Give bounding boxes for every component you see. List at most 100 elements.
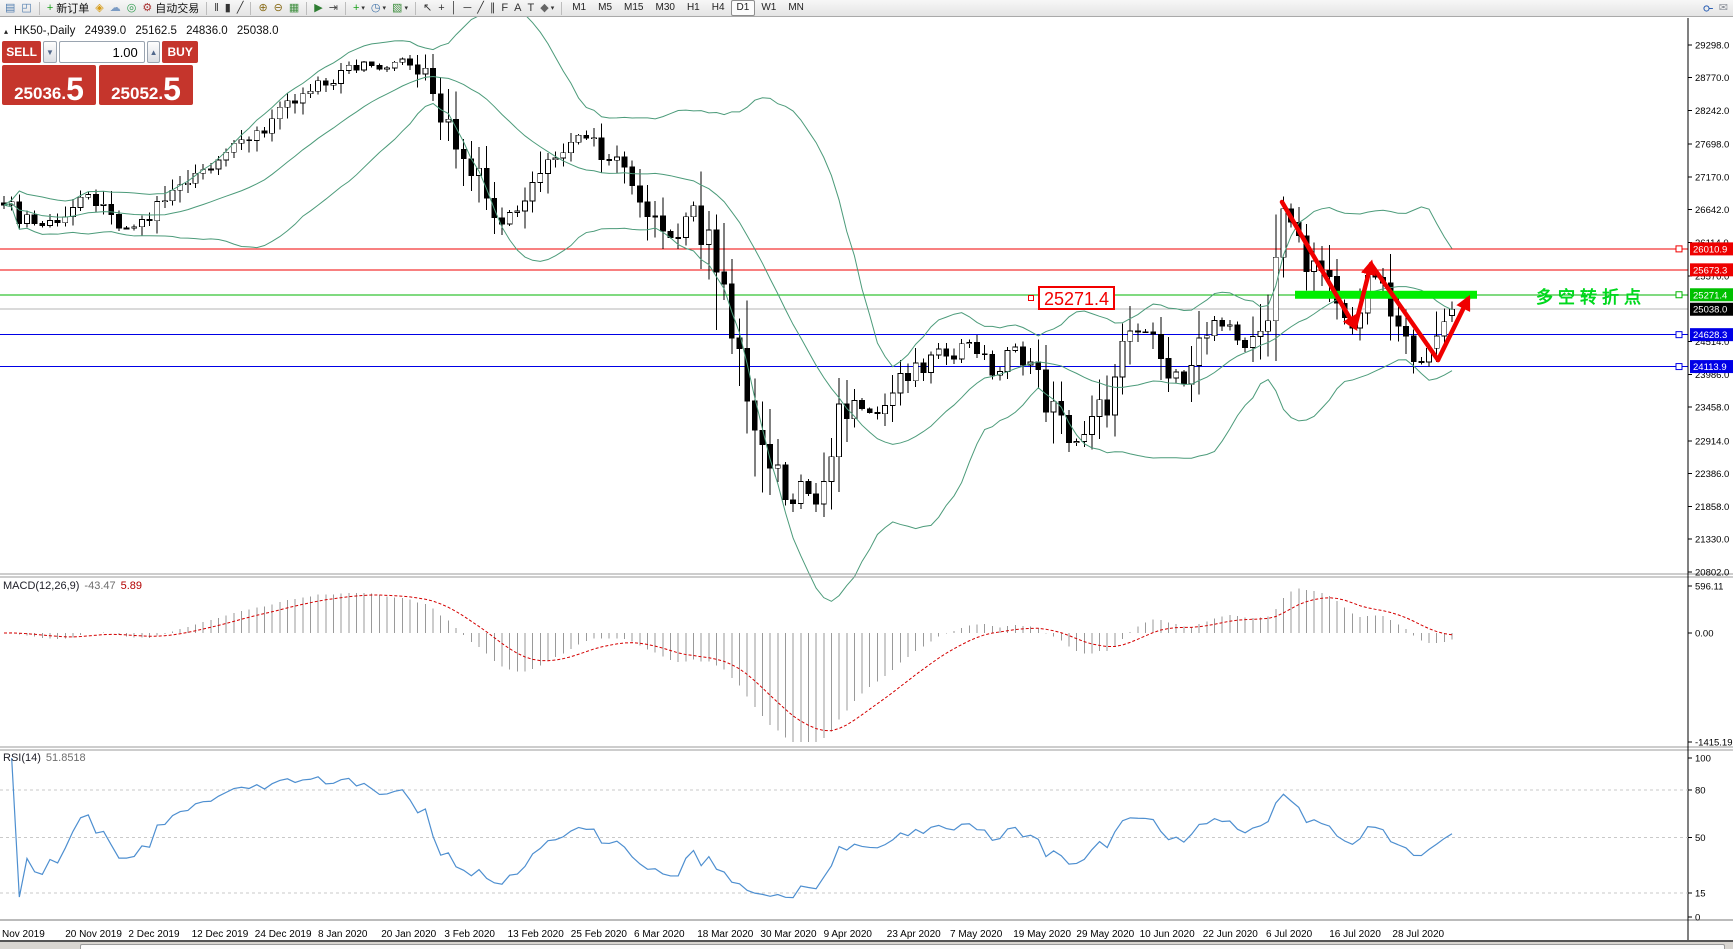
styles-bucket-icon[interactable]: ◈ — [92, 1, 106, 16]
sell-price-pips: 5 — [66, 76, 84, 102]
date-label: 16 Jul 2020 — [1329, 929, 1381, 940]
crosshair-icon[interactable]: + — [435, 1, 447, 16]
resistance-line-25673-label: 25673.3 — [1693, 265, 1727, 276]
rsi-tick-label: 0 — [1695, 913, 1700, 924]
buy-button[interactable]: BUY — [162, 41, 198, 63]
date-label: 7 May 2020 — [950, 929, 1003, 940]
chart-zoom-icon[interactable]: ◰ — [18, 1, 34, 16]
collapse-triangle-icon[interactable]: ▴ — [4, 27, 8, 36]
cursor-icon-icon: ↖ — [423, 1, 432, 16]
date-label: 20 Jan 2020 — [381, 929, 436, 940]
date-label: Nov 2019 — [2, 929, 45, 940]
timeframe-m30[interactable]: M30 — [649, 0, 680, 16]
price-tick-label: 27698.0 — [1695, 140, 1729, 151]
shapes-icon[interactable]: ◆▾ — [537, 1, 557, 16]
date-label: 6 Mar 2020 — [634, 929, 685, 940]
timeframe-h4[interactable]: H4 — [706, 0, 731, 16]
fibonacci-icon[interactable]: F — [498, 1, 511, 16]
signal-icon[interactable]: ◎ — [124, 1, 140, 16]
signal-icon-icon: ◎ — [127, 1, 137, 16]
resistance-line-26010-anchor[interactable] — [1676, 246, 1682, 252]
channel-icon-icon: ∥ — [490, 1, 496, 16]
pivot-highlight-bar[interactable] — [1295, 291, 1477, 299]
price-tick-label: 20802.0 — [1695, 568, 1729, 579]
timeframe-m5[interactable]: M5 — [592, 0, 618, 16]
zigzag-segment[interactable] — [1282, 202, 1355, 327]
bollinger-middle-band — [4, 77, 1452, 445]
macd-tick-label: 0.00 — [1695, 629, 1714, 640]
volume-increase-button[interactable]: ▲ — [147, 41, 161, 63]
profiles-cloud-icon[interactable]: ☁ — [107, 1, 124, 16]
date-label: 2 Dec 2019 — [128, 929, 180, 940]
autotrading-button[interactable]: ⚙自动交易 — [139, 1, 202, 16]
rsi-tick-label: 15 — [1695, 889, 1706, 900]
text-icon[interactable]: A — [511, 1, 524, 16]
turning-point-note[interactable]: 多空转折点 — [1536, 283, 1646, 308]
text-icon-icon: A — [514, 1, 521, 16]
support-line-24113-anchor[interactable] — [1676, 364, 1682, 370]
label-icon[interactable]: T — [525, 1, 538, 16]
candlestick-chart-icon[interactable]: ▮ — [222, 1, 234, 16]
cursor-icon[interactable]: ↖ — [420, 1, 435, 16]
autotrading-button-icon: ⚙ — [142, 1, 152, 16]
horizontal-line-icon[interactable]: ─ — [461, 1, 475, 16]
rsi-tick-label: 100 — [1695, 754, 1711, 765]
date-label: 6 Jul 2020 — [1266, 929, 1313, 940]
bar-chart-icon[interactable]: ‖ — [211, 1, 222, 16]
chart-window-icon-icon: ▤ — [5, 1, 15, 16]
timeframe-m15[interactable]: M15 — [618, 0, 649, 16]
indicators-add-icon[interactable]: +▾ — [350, 1, 368, 16]
date-label: 12 Dec 2019 — [192, 929, 249, 940]
rsi-name: RSI(14) — [3, 752, 41, 764]
line-chart-icon[interactable]: ╱ — [234, 1, 247, 16]
templates-icon[interactable]: ▧▾ — [389, 1, 411, 16]
vertical-line-icon[interactable]: │ — [448, 1, 461, 16]
trend-zigzag-arrows[interactable] — [1282, 202, 1468, 360]
rsi-value: 51.8518 — [46, 752, 86, 764]
chat-icon: ✉ — [1719, 1, 1728, 16]
ohlc-close: 25038.0 — [237, 25, 279, 37]
zigzag-segment[interactable] — [1371, 264, 1438, 360]
date-label: 18 Mar 2020 — [697, 929, 754, 940]
toolbar-separator — [561, 2, 562, 15]
tile-windows-icon[interactable]: ▦ — [286, 1, 302, 16]
sell-button[interactable]: SELL — [2, 41, 41, 63]
timeframe-d1[interactable]: D1 — [731, 0, 756, 16]
date-label: 13 Feb 2020 — [508, 929, 565, 940]
label-icon-icon: T — [528, 1, 535, 16]
new-order-button[interactable]: +新订单 — [44, 1, 92, 16]
timeframe-w1[interactable]: W1 — [755, 0, 782, 16]
periods-clock-icon[interactable]: ◷▾ — [368, 1, 389, 16]
profiles-cloud-icon-icon: ☁ — [110, 1, 121, 16]
auto-scroll-icon-icon: ▶ — [314, 1, 322, 16]
chart-shift-icon[interactable]: ⇥ — [326, 1, 341, 16]
zoom-out-icon[interactable]: ⊖ — [271, 1, 286, 16]
chart-window-tab[interactable] — [80, 944, 1725, 949]
zoom-in-icon[interactable]: ⊕ — [255, 1, 270, 16]
support-line-24628-anchor[interactable] — [1676, 332, 1682, 338]
channel-icon[interactable]: ∥ — [487, 1, 499, 16]
volume-decrease-button[interactable]: ▼ — [43, 41, 57, 63]
price-tick-label: 23458.0 — [1695, 403, 1729, 414]
chart-zoom-icon-icon: ◰ — [21, 1, 31, 16]
timeframe-h1[interactable]: H1 — [681, 0, 706, 16]
current-price-line-label: 25038.0 — [1693, 305, 1727, 316]
buy-price-button[interactable]: 25052.5 — [99, 65, 193, 105]
buy-price-pips: 5 — [163, 76, 181, 102]
sell-price-button[interactable]: 25036.5 — [2, 65, 96, 105]
timeframe-mn[interactable]: MN — [782, 0, 810, 16]
price-tick-label: 29298.0 — [1695, 40, 1729, 51]
macd-main-value: -43.47 — [84, 580, 115, 592]
price-annotation-box[interactable]: 25271.4 — [1038, 286, 1115, 310]
trendline-icon[interactable]: ╱ — [474, 1, 487, 16]
support-line-24628-label: 24628.3 — [1693, 330, 1727, 341]
volume-input[interactable] — [59, 41, 145, 63]
fibonacci-icon-icon: F — [501, 1, 508, 16]
pivot-line-25271-anchor[interactable] — [1676, 292, 1682, 298]
timeframe-m1[interactable]: M1 — [566, 0, 592, 16]
date-label: 22 Jun 2020 — [1203, 929, 1258, 940]
toolbar-separator — [39, 2, 40, 15]
auto-scroll-icon[interactable]: ▶ — [311, 1, 325, 16]
chart-window-icon[interactable]: ▤ — [2, 1, 18, 16]
buy-price-main: 25052 — [111, 85, 158, 102]
